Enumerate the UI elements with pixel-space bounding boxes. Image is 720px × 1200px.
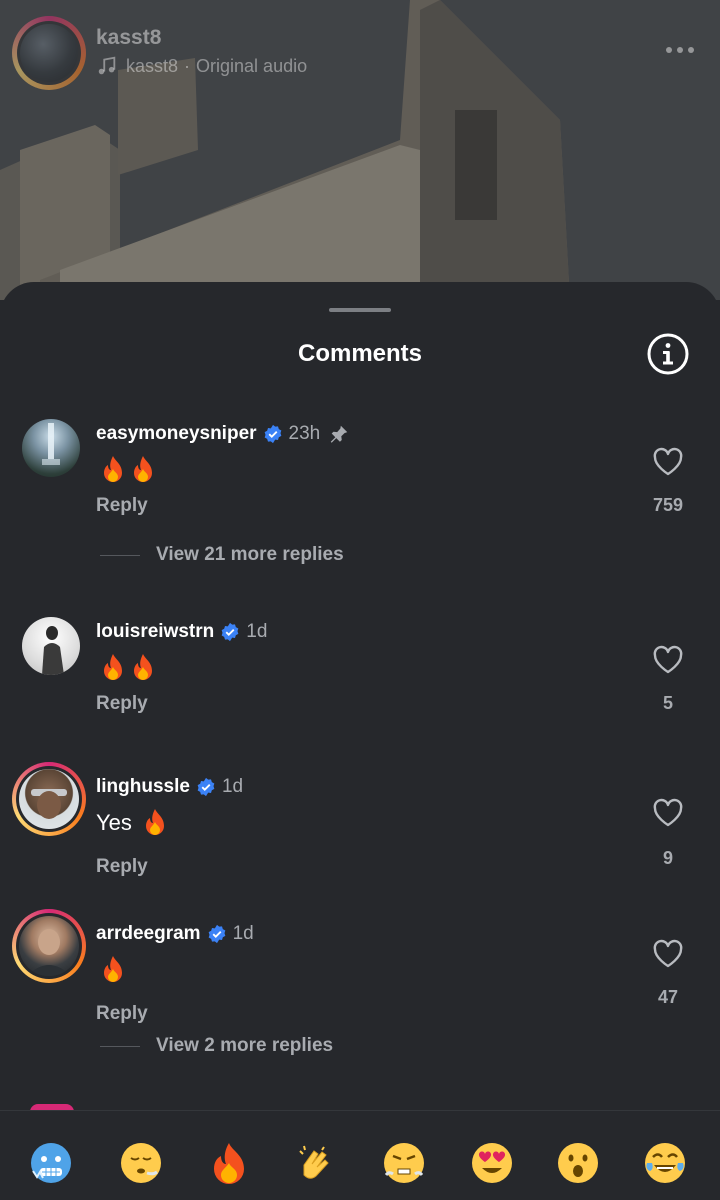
face-exhaling-emoji-icon[interactable] [119, 1141, 163, 1185]
audio-owner: kasst8 [126, 55, 179, 76]
like-count: 47 [657, 987, 679, 1007]
verified-badge-icon [208, 924, 225, 944]
reply-button[interactable]: Reply [96, 495, 148, 517]
comment-username[interactable]: arrdeegram [96, 923, 201, 945]
commenter-avatar[interactable] [12, 762, 86, 836]
like-count: 9 [662, 848, 673, 868]
face-open-mouth-emoji-icon[interactable] [556, 1141, 600, 1185]
comment-time: 1d [221, 776, 244, 797]
comments-sheet: Comments easymoneysniper 23h Reply 759 V… [0, 282, 720, 1200]
comment-text [96, 653, 156, 683]
poster-username[interactable]: kasst8 [96, 26, 161, 50]
comment-text [96, 455, 156, 485]
commenter-avatar[interactable] [12, 909, 86, 983]
comment-item: linghussle 1d Yes Reply 9 [0, 762, 720, 912]
fire-emoji-icon [104, 956, 122, 982]
comment-username[interactable]: linghussle [96, 776, 190, 798]
face-with-steam-emoji-icon[interactable] [382, 1141, 426, 1185]
verified-badge-icon [197, 777, 215, 797]
comment-text: Yes [96, 808, 168, 838]
verified-badge-icon [221, 622, 239, 642]
reply-button[interactable]: Reply [96, 1003, 148, 1025]
like-count: 5 [662, 693, 673, 713]
comment-item: easymoneysniper 23h Reply 759 [0, 419, 720, 559]
more-options-icon[interactable] [662, 40, 698, 60]
reply-button[interactable]: Reply [96, 693, 148, 715]
heart-icon[interactable] [652, 798, 684, 828]
audio-title: Original audio [196, 55, 308, 76]
reel-header: kasst8 kasst8 · Original audio [0, 0, 720, 100]
pin-icon [330, 425, 348, 443]
fire-emoji-icon [134, 456, 152, 482]
audio-separator: · [184, 55, 191, 76]
emoji-reaction-bar [0, 1110, 720, 1200]
comment-header: linghussle 1d [96, 776, 243, 798]
commenter-avatar[interactable] [22, 419, 80, 477]
verified-badge-icon [264, 424, 281, 444]
heart-eyes-emoji-icon[interactable] [470, 1141, 514, 1185]
drag-handle[interactable] [329, 308, 391, 312]
info-icon[interactable] [646, 332, 690, 376]
view-replies-button[interactable]: View 21 more replies [100, 544, 344, 566]
comment-header: easymoneysniper 23h [96, 423, 350, 445]
fire-emoji-icon[interactable] [207, 1141, 251, 1185]
comment-time: 1d [232, 923, 254, 944]
clapping-hands-emoji-icon[interactable] [294, 1141, 338, 1185]
comment-item: louisreiwstrn 1d Reply 5 [0, 617, 720, 757]
sheet-title: Comments [297, 340, 423, 367]
poster-avatar[interactable] [12, 16, 86, 90]
comment-username[interactable]: easymoneysniper [96, 423, 257, 445]
audio-info[interactable]: kasst8 · Original audio [96, 55, 307, 77]
like-count: 759 [652, 495, 684, 515]
heart-icon[interactable] [652, 939, 684, 969]
tears-of-joy-emoji-icon[interactable] [643, 1141, 687, 1185]
reply-button[interactable]: Reply [96, 856, 148, 878]
heart-icon[interactable] [652, 447, 684, 477]
music-note-icon [98, 56, 116, 75]
commenter-avatar[interactable] [22, 617, 80, 675]
comment-header: louisreiwstrn 1d [96, 621, 267, 643]
comment-username[interactable]: louisreiwstrn [96, 621, 214, 643]
fire-emoji-icon [145, 809, 164, 835]
cold-face-emoji-icon[interactable] [29, 1141, 73, 1185]
fire-emoji-icon [104, 456, 122, 482]
comment-header: arrdeegram 1d [96, 923, 254, 945]
comment-time: 23h [288, 423, 321, 444]
fire-emoji-icon [104, 654, 122, 680]
fire-emoji-icon [134, 654, 152, 680]
heart-icon[interactable] [652, 645, 684, 675]
comment-time: 1d [246, 621, 268, 642]
view-replies-button[interactable]: View 2 more replies [100, 1035, 333, 1057]
comment-text [96, 955, 126, 985]
